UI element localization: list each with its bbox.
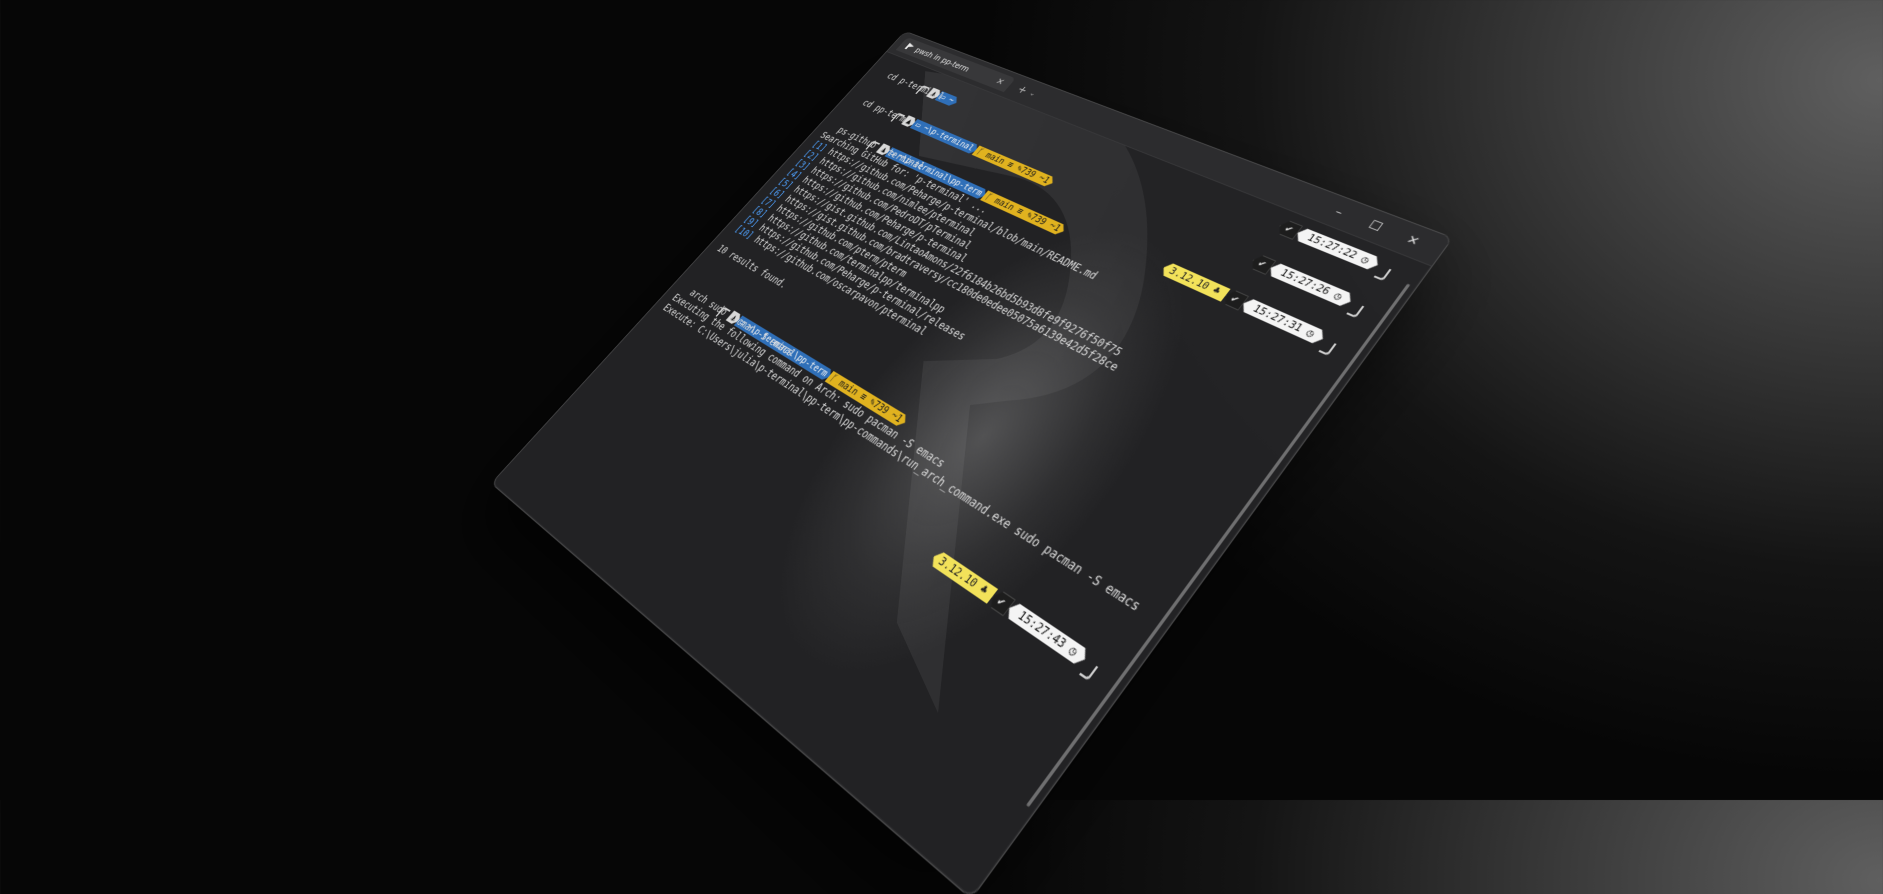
desktop-background: pwsh in pp-term ✕ + ⌄ – ☐ ✕ ▲▭ ~ ✔ 15:27… bbox=[0, 0, 1883, 894]
perspective-scene: pwsh in pp-term ✕ + ⌄ – ☐ ✕ ▲▭ ~ ✔ 15:27… bbox=[0, 0, 1883, 894]
terminal-output[interactable]: ▲▭ ~ ✔ 15:27:22 ◷ cd p-terminal ▲▭ ~\p-t… bbox=[615, 52, 1431, 695]
tab-dropdown-icon[interactable]: ⌄ bbox=[1027, 90, 1037, 98]
p-terminal-icon bbox=[905, 43, 916, 51]
right-prompt-corner bbox=[1079, 660, 1099, 681]
tab-close-icon[interactable]: ✕ bbox=[993, 76, 1007, 87]
close-button[interactable]: ✕ bbox=[1390, 227, 1437, 254]
terminal-window[interactable]: pwsh in pp-term ✕ + ⌄ – ☐ ✕ ▲▭ ~ ✔ 15:27… bbox=[490, 30, 1454, 894]
